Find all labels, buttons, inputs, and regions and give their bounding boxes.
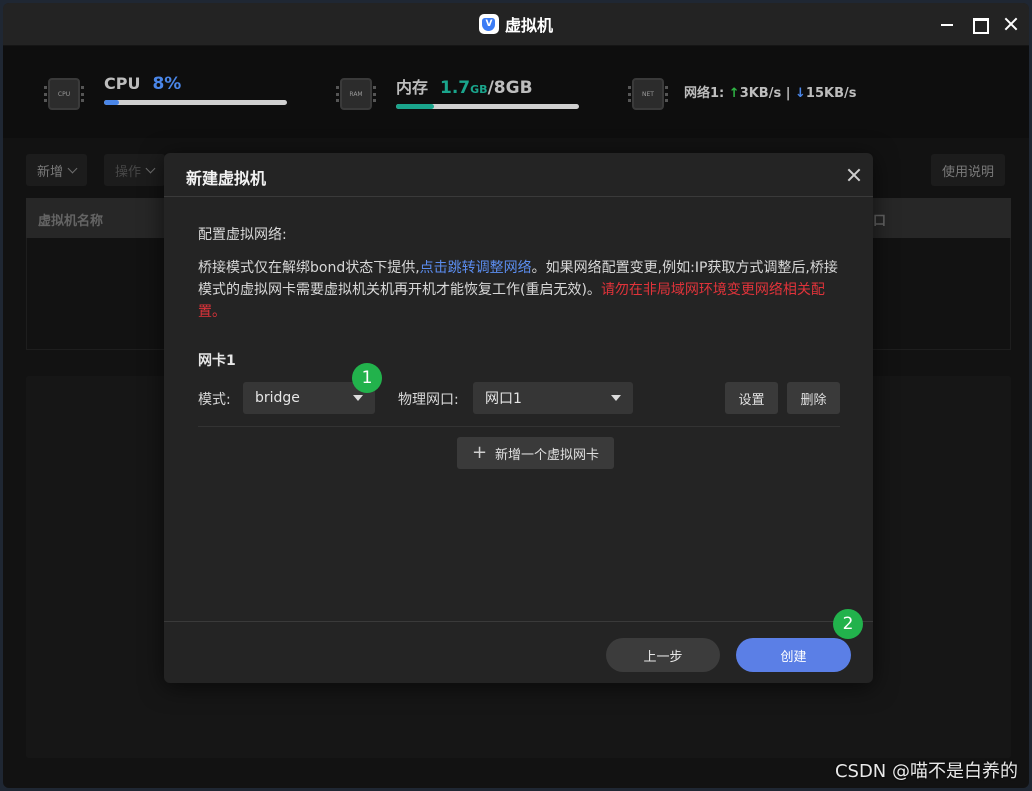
upload-arrow-icon: ↑: [728, 86, 740, 101]
minimize-button[interactable]: [935, 12, 959, 36]
ram-chip-icon: RAM: [336, 78, 376, 110]
memory-stat: RAM 内存 1.7GB/8GB: [336, 74, 579, 110]
title-bar: V 虚拟机: [3, 3, 1029, 46]
network-section-title: 配置虚拟网络:: [198, 227, 287, 243]
dialog-close-icon[interactable]: [845, 166, 863, 184]
cpu-usage-bar: [104, 100, 287, 105]
watermark-text: CSDN @喵不是白养的: [834, 761, 1018, 782]
resource-stats-bar: CPU CPU 8% RAM 内存 1.7GB/8GB NET 网络1: ↑3K…: [3, 46, 1029, 138]
mode-select-value: bridge: [255, 390, 300, 406]
cpu-usage-fill: [104, 100, 119, 105]
nic-title: 网卡1: [198, 353, 236, 369]
previous-step-button[interactable]: 上一步: [606, 638, 720, 672]
nic-row-divider: [198, 426, 840, 427]
download-rate: 15KB/s: [805, 86, 857, 101]
dialog-footer-divider: [164, 621, 873, 622]
memory-used: 1.7: [440, 78, 471, 98]
nic-delete-button[interactable]: 删除: [787, 382, 840, 414]
cpu-label: CPU: [104, 74, 141, 93]
network-rates: 网络1: ↑3KB/s | ↓15KB/s: [684, 82, 856, 101]
memory-used-unit: GB: [470, 83, 488, 96]
memory-usage-fill: [396, 104, 435, 109]
network-stat: NET 网络1: ↑3KB/s | ↓15KB/s: [628, 74, 856, 110]
app-logo-icon: V: [478, 14, 499, 34]
port-select-value: 网口1: [485, 391, 522, 407]
memory-label: 内存: [396, 78, 429, 97]
dialog-title: 新建虚拟机: [186, 169, 267, 188]
dialog-header-divider: [164, 196, 873, 197]
adjust-network-link[interactable]: 点击跳转调整网络: [420, 260, 532, 276]
app-window: V 虚拟机 CPU CPU 8% RAM 内存 1.7GB/8GB NET 网络…: [3, 3, 1029, 788]
desc-text-1: 桥接模式仅在解绑bond状态下提供,: [198, 260, 420, 276]
port-label: 物理网口:: [398, 392, 459, 408]
cpu-chip-icon: CPU: [44, 78, 84, 110]
net-chip-icon: NET: [628, 78, 668, 110]
close-window-button[interactable]: [999, 12, 1023, 36]
cpu-stat: CPU CPU 8%: [44, 74, 287, 110]
caret-down-icon: [611, 395, 621, 401]
nic-settings-button[interactable]: 设置: [725, 382, 778, 414]
add-nic-label: 新增一个虚拟网卡: [495, 447, 600, 463]
rate-divider: |: [785, 86, 791, 101]
network-label: 网络1:: [684, 86, 725, 101]
mode-label: 模式:: [198, 392, 231, 408]
maximize-button[interactable]: [967, 12, 991, 36]
plus-icon: +: [471, 442, 488, 463]
network-description: 桥接模式仅在解绑bond状态下提供,点击跳转调整网络。如果网络配置变更,例如:I…: [198, 257, 843, 323]
upload-rate: 3KB/s: [739, 86, 782, 101]
annotation-badge-2: 2: [833, 609, 863, 639]
port-select[interactable]: 网口1: [473, 382, 633, 414]
annotation-badge-1: 1: [352, 363, 382, 393]
add-nic-button[interactable]: + 新增一个虚拟网卡: [457, 437, 614, 469]
download-arrow-icon: ↓: [795, 86, 806, 101]
new-vm-dialog: 新建虚拟机 配置虚拟网络: 桥接模式仅在解绑bond状态下提供,点击跳转调整网络…: [164, 153, 873, 683]
memory-total-unit: GB: [505, 78, 533, 98]
create-button[interactable]: 创建: [736, 638, 851, 672]
caret-down-icon: [353, 395, 363, 401]
memory-total: 8: [493, 78, 506, 98]
window-title: 虚拟机: [504, 16, 553, 35]
memory-usage-bar: [396, 104, 579, 109]
cpu-value: 8%: [152, 74, 182, 94]
